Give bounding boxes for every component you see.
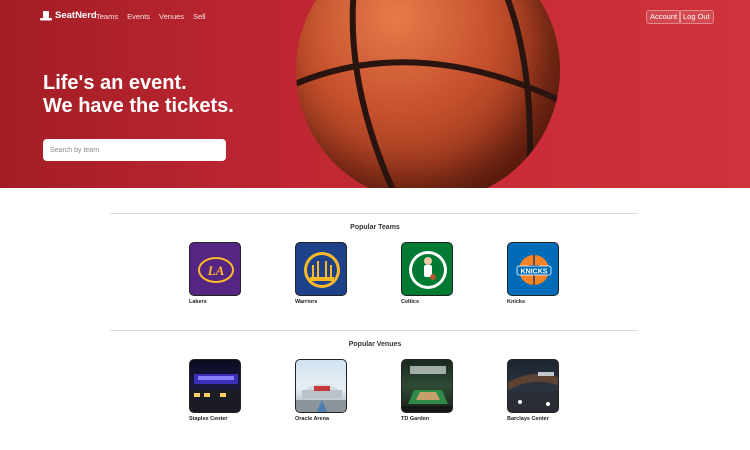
venue-card-staples-center[interactable]: Staples Center [189,359,241,422]
logout-button[interactable]: Log Out [679,10,714,24]
section-divider [110,213,638,214]
staples-center-photo-icon [189,359,241,413]
venue-card-td-garden[interactable]: TD Garden [401,359,453,422]
nav-links: Teams Events Venues Sell [96,12,206,21]
nav-link-teams[interactable]: Teams [96,12,118,21]
brand-name: SeatNerd [55,10,97,21]
oracle-arena-photo-icon [295,359,347,413]
brand-logo[interactable]: SeatNerd [40,10,97,21]
team-name: Warriors [295,299,318,305]
top-hat-icon [40,10,52,20]
section-divider [110,330,638,331]
td-garden-photo-icon [401,359,453,413]
venue-name: Oracle Arena [295,416,330,422]
lakers-logo-icon: LA [189,242,241,296]
svg-text:KNICKS: KNICKS [521,269,548,276]
nav-link-events[interactable]: Events [127,12,150,21]
venue-name: Staples Center [189,416,228,422]
top-navbar: SeatNerd Teams Events Venues Sell Accoun… [0,0,750,34]
nav-link-venues[interactable]: Venues [159,12,184,21]
team-card-lakers[interactable]: LA Lakers [189,242,241,305]
venue-card-barclays-center[interactable]: Barclays Center [507,359,559,422]
team-name: Knicks [507,299,526,305]
venue-card-oracle-arena[interactable]: Oracle Arena [295,359,347,422]
team-name: Celtics [401,299,420,305]
team-card-celtics[interactable]: Celtics [401,242,453,305]
venue-name: TD Garden [401,416,430,422]
barclays-center-photo-icon [507,359,559,413]
headline-line-1: Life's an event. [43,72,187,94]
team-name: Lakers [189,299,207,305]
venue-name: Barclays Center [507,416,549,422]
team-card-knicks[interactable]: KNICKS Knicks [507,242,559,305]
headline-line-2: We have the tickets. [43,95,234,117]
warriors-logo-icon [295,242,347,296]
team-card-warriors[interactable]: Warriors [295,242,347,305]
team-search-input[interactable] [43,139,226,161]
hero-headline: Life's an event. We have the tickets. [43,72,234,118]
popular-venues-title: Popular Venues [348,341,402,348]
celtics-logo-icon [401,242,453,296]
knicks-logo-icon: KNICKS [507,242,559,296]
popular-teams-title: Popular Teams [350,224,400,231]
account-button[interactable]: Account [646,10,682,24]
nav-link-sell[interactable]: Sell [193,12,206,21]
svg-text:LA: LA [207,263,225,278]
hero-banner: SeatNerd Teams Events Venues Sell Accoun… [0,0,750,188]
